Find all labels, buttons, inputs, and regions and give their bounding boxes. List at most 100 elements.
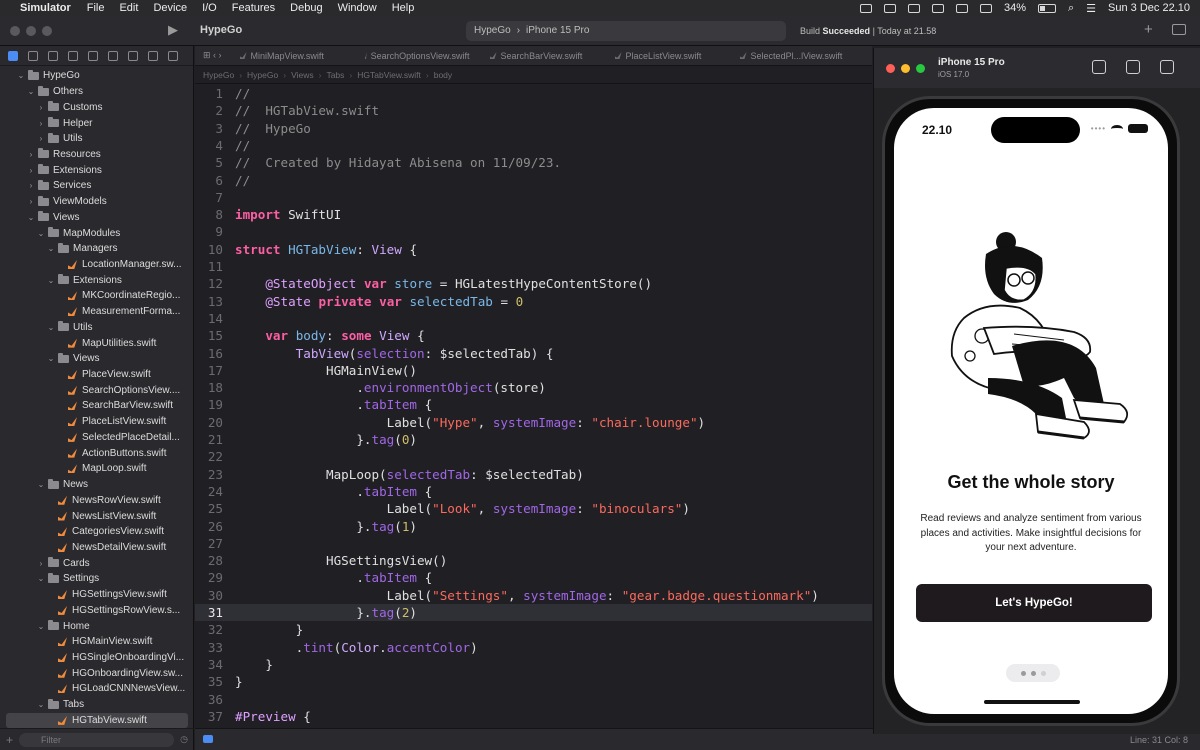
tree-folder[interactable]: ⌄ HypeGo [0,68,194,84]
tree-file[interactable]: NewsRowView.swift [0,492,194,508]
tree-file[interactable]: HGOnboardingView.sw... [0,665,194,681]
code-line[interactable]: 16 TabView(selection: $selectedTab) { [195,345,872,362]
editor-tab[interactable]: SearchOptionsView.swift [355,51,480,61]
line-number[interactable]: 15 [195,327,235,344]
control-center-icon[interactable]: ☰ [1086,2,1096,15]
menu-features[interactable]: Features [232,2,275,14]
chevron-down-icon[interactable]: ⌄ [46,354,56,363]
rotate-icon[interactable] [1160,60,1174,74]
code-line[interactable]: 5// Created by Hidayat Abisena on 11/09/… [195,154,872,171]
code-line[interactable]: 1// [195,85,872,102]
tree-file[interactable]: HGTabView.swift [6,712,188,729]
editor-tab[interactable]: SelectedPl...lView.swift [730,51,855,61]
line-number[interactable]: 32 [195,621,235,638]
line-number[interactable]: 34 [195,656,235,673]
tree-file[interactable]: HGLoadCNNNewsView... [0,681,194,697]
tree-file[interactable]: HGSingleOnboardingVi... [0,650,194,666]
chevron-down-icon[interactable]: ⌄ [36,700,46,709]
code-line[interactable]: 31 }.tag(2) [195,604,872,622]
tree-file[interactable]: ActionButtons.swift [0,445,194,461]
code-line[interactable]: 4// [195,137,872,154]
tree-file[interactable]: NewsListView.swift [0,508,194,524]
line-number[interactable]: 17 [195,362,235,379]
add-icon[interactable]: + [1144,21,1153,38]
chevron-down-icon[interactable]: ⌄ [26,213,36,222]
code-line[interactable]: 15 var body: some View { [195,327,872,344]
line-number[interactable]: 14 [195,310,235,327]
line-number[interactable]: 1 [195,85,235,102]
jump-bar-segment[interactable]: body [434,70,452,80]
line-number[interactable]: 16 [195,345,235,362]
code-line[interactable]: 21 }.tag(0) [195,431,872,448]
tablet-icon[interactable] [883,3,896,13]
display-icon[interactable] [907,3,920,13]
window-close-button[interactable] [10,26,20,36]
jump-bar-segment[interactable]: HypeGo [203,70,234,80]
tree-folder[interactable]: › Cards [0,555,194,571]
line-number[interactable]: 20 [195,414,235,431]
tree-folder[interactable]: ⌄ MapModules [0,225,194,241]
line-number[interactable]: 28 [195,552,235,569]
editor-nav-arrows[interactable]: ⊞ ‹ › [195,50,230,61]
page-dot[interactable] [1030,670,1036,676]
window-minimize-button[interactable] [26,26,36,36]
line-number[interactable]: 12 [195,275,235,292]
code-line[interactable]: 13 @State private var selectedTab = 0 [195,293,872,310]
editor-tab[interactable]: MiniMapView.swift [230,51,355,61]
editor-tab[interactable]: PlaceListView.swift [605,51,730,61]
chevron-down-icon[interactable]: ⌄ [46,323,56,332]
code-line[interactable]: 8 import SwiftUI [195,206,872,223]
code-line[interactable]: 23 MapLoop(selectedTab: $selectedTab) [195,466,872,483]
line-number[interactable]: 13 [195,293,235,310]
chevron-down-icon[interactable]: ⌄ [36,229,46,238]
menu-window[interactable]: Window [338,2,377,14]
bluetooth-icon[interactable] [955,3,968,13]
tree-file[interactable]: MapLoop.swift [0,461,194,477]
code-line[interactable]: 18 .environmentObject(store) [195,379,872,396]
tree-file[interactable]: SelectedPlaceDetail... [0,430,194,446]
chevron-down-icon[interactable]: ⌄ [36,480,46,489]
chevron-right-icon[interactable]: › [26,150,36,159]
line-number[interactable]: 23 [195,466,235,483]
line-number[interactable]: 6 [195,172,235,189]
code-line[interactable]: 30 Label("Settings", systemImage: "gear.… [195,587,872,604]
inspector-toggle-icon[interactable] [1172,24,1186,35]
run-destination[interactable]: HypeGo › iPhone 15 Pro [466,21,786,41]
test-icon[interactable] [108,50,118,61]
simulator-close-button[interactable] [886,64,895,73]
menu-debug[interactable]: Debug [290,2,322,14]
code-line[interactable]: 32 } [195,621,872,638]
page-dot[interactable] [1040,670,1046,676]
code-line[interactable]: 22 [195,448,872,465]
line-number[interactable]: 25 [195,500,235,517]
code-line[interactable]: 35} [195,673,872,690]
issue-icon[interactable] [88,50,98,61]
line-number[interactable]: 10 [195,241,235,258]
wifi-icon[interactable] [979,3,992,13]
tree-file[interactable]: SearchOptionsView.... [0,382,194,398]
tree-file[interactable]: MKCoordinateRegio... [0,288,194,304]
page-dot[interactable] [1020,670,1026,676]
tree-folder[interactable]: ⌄ Views [0,209,194,225]
menu-help[interactable]: Help [392,2,415,14]
chevron-down-icon[interactable]: ⌄ [46,276,56,285]
chevron-down-icon[interactable]: ⌄ [16,71,26,80]
tree-file[interactable]: PlaceView.swift [0,367,194,383]
tree-file[interactable]: MapUtilities.swift [0,335,194,351]
folder-icon[interactable] [8,50,18,61]
menu-io[interactable]: I/O [202,2,217,14]
tree-folder[interactable]: ⌄ Tabs [0,697,194,713]
code-line[interactable]: 10 struct HGTabView: View { [195,241,872,258]
code-line[interactable]: 29 .tabItem { [195,569,872,586]
code-line[interactable]: 11 [195,258,872,275]
tree-file[interactable]: LocationManager.sw... [0,257,194,273]
code-line[interactable]: 34 } [195,656,872,673]
add-file-icon[interactable]: + [6,733,13,747]
menu-bar-clock[interactable]: Sun 3 Dec 22.10 [1108,2,1190,14]
tree-folder[interactable]: › Resources [0,147,194,163]
home-indicator[interactable] [984,700,1080,704]
tree-folder[interactable]: ⌄ Home [0,618,194,634]
tree-file[interactable]: HGSettingsRowView.s... [0,602,194,618]
line-number[interactable]: 9 [195,223,235,240]
filter-input[interactable]: Filter [19,732,175,747]
